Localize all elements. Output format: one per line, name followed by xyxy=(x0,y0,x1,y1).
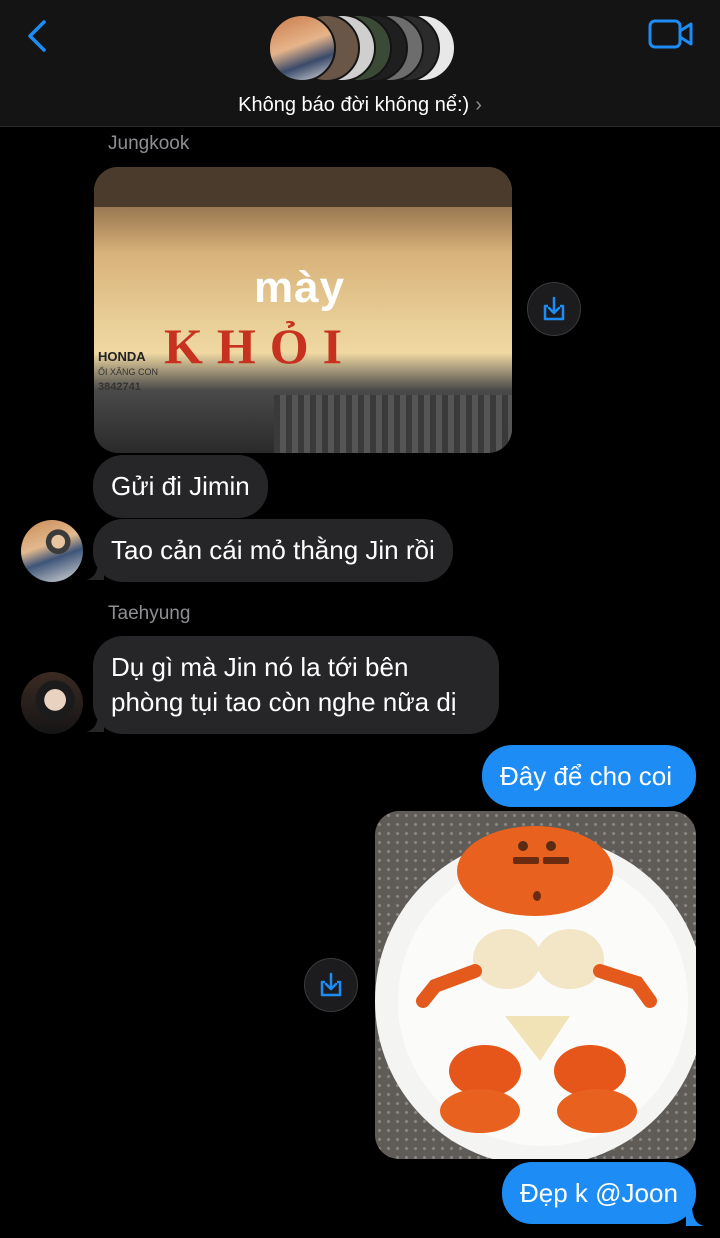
photo-sign-small: ỔI XĂNG CON xyxy=(98,367,159,377)
video-camera-icon[interactable] xyxy=(648,18,694,50)
photo-sign-small: 3842741 xyxy=(98,381,141,393)
group-avatar-stack[interactable] xyxy=(268,14,458,86)
chat-header: Không báo đời không nể:) › xyxy=(0,0,720,127)
message-line: phòng tụi tao còn nghe nữa dị xyxy=(111,687,457,717)
sender-name: Taehyung xyxy=(108,603,191,624)
sender-name: Jungkook xyxy=(108,133,190,154)
message-bubble-outgoing[interactable]: Đây để cho coi xyxy=(482,745,696,807)
message-bubble[interactable]: Gửi đi Jimin xyxy=(93,455,268,518)
photo-sign-text: KHỎI xyxy=(164,318,357,374)
chevron-left-icon[interactable] xyxy=(22,18,54,54)
avatar xyxy=(268,14,336,82)
message-bubble[interactable]: Tao cản cái mỏ thằng Jin rồi xyxy=(93,519,453,582)
avatar-jungkook[interactable] xyxy=(21,520,83,582)
message-bubble[interactable]: Dụ gì mà Jin nó la tới bên phòng tụi tao… xyxy=(93,636,499,734)
message-photo-khoi[interactable]: mày KHỎI HONDA ỔI XĂNG CON 3842741 xyxy=(94,167,512,453)
group-title[interactable]: Không báo đời không nể:) › xyxy=(0,94,720,117)
message-photo-crab[interactable] xyxy=(375,811,696,1159)
download-button[interactable] xyxy=(527,282,581,336)
photo-shutter xyxy=(274,395,512,453)
download-button[interactable] xyxy=(304,958,358,1012)
photo-caption: mày xyxy=(254,263,346,312)
avatar-taehyung[interactable] xyxy=(21,672,83,734)
message-bubble-outgoing[interactable]: Đẹp k @Joon xyxy=(502,1162,696,1224)
photo-awning xyxy=(94,167,512,207)
photo-sign-small: HONDA xyxy=(98,349,146,364)
message-line: Dụ gì mà Jin nó la tới bên xyxy=(111,652,409,682)
bubble-tail xyxy=(686,1204,704,1226)
download-icon xyxy=(543,296,565,321)
crab-plate-image xyxy=(375,826,696,1159)
download-icon xyxy=(320,972,342,997)
